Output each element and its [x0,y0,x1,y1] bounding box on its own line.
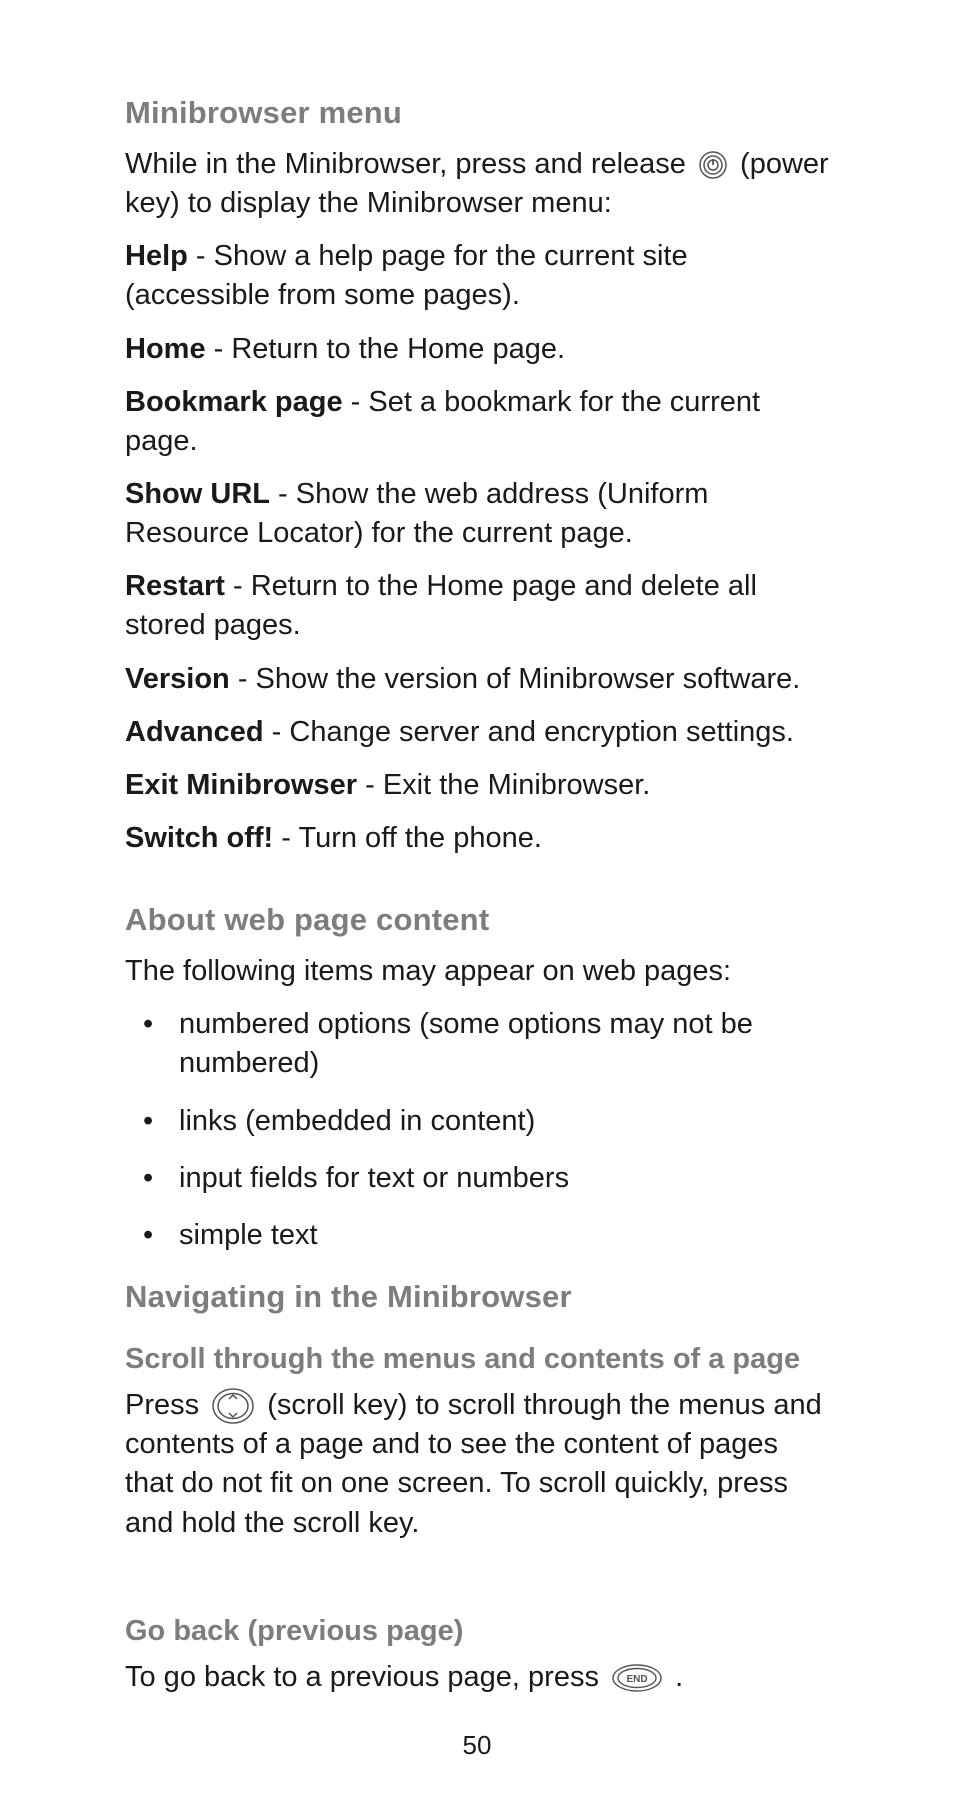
menu-item-show-url: Show URL - Show the web address (Uniform… [125,475,829,553]
scroll-key-icon [211,1387,255,1425]
menu-item-desc: - Turn off the phone. [273,822,542,854]
about-bullets: numbered options (some options may not b… [125,1005,829,1255]
menu-item-label: Switch off! [125,822,273,854]
go-back-paragraph: To go back to a previous page, press END… [125,1658,829,1697]
go-back-text-before: To go back to a previous page, press [125,1661,607,1693]
menu-item-bookmark: Bookmark page - Set a bookmark for the c… [125,383,829,461]
end-key-icon: END [611,1663,663,1693]
list-item: numbered options (some options may not b… [125,1005,829,1083]
manual-page: Minibrowser menu While in the Minibrowse… [0,0,954,1803]
heading-minibrowser-menu: Minibrowser menu [125,95,829,131]
menu-item-label: Bookmark page [125,386,343,418]
menu-item-label: Advanced [125,716,264,748]
svg-text:END: END [626,1674,647,1685]
menu-item-label: Version [125,663,230,695]
scroll-text-before: Press [125,1389,207,1421]
menu-item-home: Home - Return to the Home page. [125,330,829,369]
menu-item-label: Help [125,240,188,272]
menu-item-desc: - Return to the Home page. [206,333,565,365]
subheading-scroll: Scroll through the menus and contents of… [125,1343,829,1376]
menu-item-label: Home [125,333,206,365]
menu-item-desc: - Exit the Minibrowser. [357,769,650,801]
menu-item-help: Help - Show a help page for the current … [125,237,829,315]
menu-item-desc: - Show a help page for the current site … [125,240,688,311]
menu-item-label: Show URL [125,478,270,510]
page-number: 50 [0,1730,954,1761]
menu-item-label: Restart [125,570,225,602]
menu-item-switch-off: Switch off! - Turn off the phone. [125,819,829,858]
intro-text-before: While in the Minibrowser, press and rele… [125,148,694,180]
menu-item-exit: Exit Minibrowser - Exit the Minibrowser. [125,766,829,805]
intro-minibrowser-menu: While in the Minibrowser, press and rele… [125,145,829,223]
subheading-go-back: Go back (previous page) [125,1615,829,1648]
menu-item-label: Exit Minibrowser [125,769,357,801]
menu-item-version: Version - Show the version of Minibrowse… [125,660,829,699]
list-item: simple text [125,1216,829,1255]
about-intro: The following items may appear on web pa… [125,952,829,991]
menu-item-restart: Restart - Return to the Home page and de… [125,567,829,645]
list-item: links (embedded in content) [125,1102,829,1141]
go-back-text-after: . [675,1661,683,1693]
menu-item-desc: - Show the version of Minibrowser softwa… [230,663,801,695]
list-item: input fields for text or numbers [125,1159,829,1198]
menu-item-advanced: Advanced - Change server and encryption … [125,713,829,752]
heading-navigating: Navigating in the Minibrowser [125,1279,829,1315]
menu-item-desc: - Change server and encryption settings. [264,716,794,748]
power-key-icon [698,150,728,180]
scroll-paragraph: Press (scroll key) to scroll through the… [125,1386,829,1543]
heading-about-content: About web page content [125,902,829,938]
